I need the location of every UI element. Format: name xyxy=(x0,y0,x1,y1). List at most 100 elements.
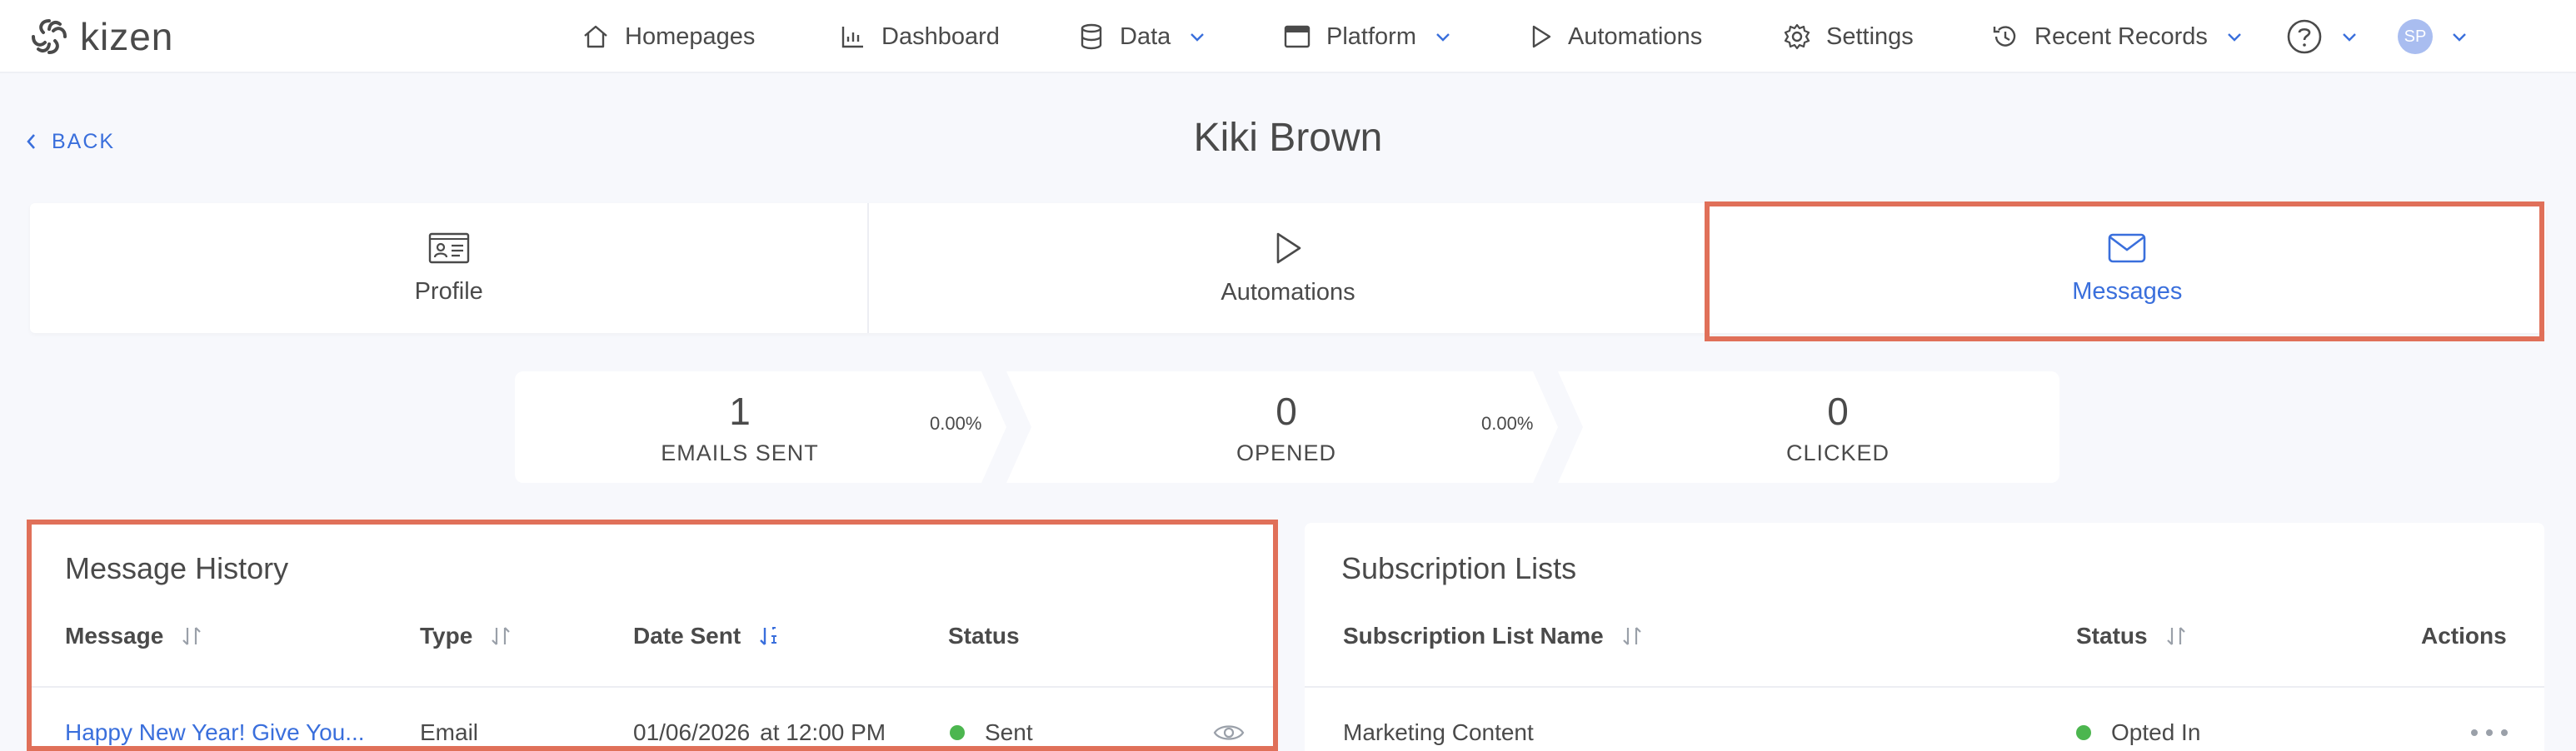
database-icon xyxy=(1081,23,1102,50)
sort-icon xyxy=(492,627,511,645)
sort-icon xyxy=(1622,627,1641,645)
message-history-title: Message History xyxy=(65,551,289,585)
nav-automations-label: Automations xyxy=(1568,22,1703,50)
tab-profile[interactable]: Profile xyxy=(30,203,867,333)
kizen-logo[interactable]: kizen xyxy=(28,12,173,62)
play-icon xyxy=(1276,232,1301,263)
chevron-down-icon xyxy=(2453,33,2466,42)
tab-automations-label: Automations xyxy=(1221,278,1355,306)
nav-dashboard-label: Dashboard xyxy=(881,22,1000,50)
nav-user-menu[interactable]: SP xyxy=(2398,15,2468,58)
column-header-actions: Actions xyxy=(2421,619,2507,653)
sort-icon xyxy=(182,627,202,645)
browser-window-icon xyxy=(1284,25,1310,48)
header-divider xyxy=(1305,686,2544,688)
status-label: Opted In xyxy=(2111,719,2201,745)
stat-opened: 0 OPENED xyxy=(1061,371,1511,483)
gear-icon xyxy=(1784,23,1810,50)
message-history-card: Message History Message Type Date Sent S… xyxy=(30,523,1276,751)
emails-sent-count: 1 xyxy=(729,389,751,433)
nav-platform[interactable]: Platform xyxy=(1283,15,1451,58)
column-header-label: Message xyxy=(65,623,164,649)
back-label: BACK xyxy=(52,129,116,153)
time-value: at 12:00 PM xyxy=(760,719,886,745)
message-type: Email xyxy=(420,719,479,745)
top-nav: kizen Homepages Dashboard Data Platform xyxy=(0,0,2576,73)
stat-emails-sent: 1 EMAILS SENT xyxy=(515,371,965,483)
back-button[interactable]: BACK xyxy=(25,127,115,157)
chevron-left-icon xyxy=(27,134,35,149)
emails-sent-label: EMAILS SENT xyxy=(661,440,819,465)
home-icon xyxy=(584,25,607,48)
chevron-down-icon xyxy=(1436,33,1450,42)
header-divider xyxy=(30,686,1276,688)
tab-messages-label: Messages xyxy=(2072,277,2183,305)
column-header-list-name[interactable]: Subscription List Name xyxy=(1343,619,1644,653)
column-header-status: Status xyxy=(948,619,1020,653)
nav-homepages[interactable]: Homepages xyxy=(582,15,755,58)
nav-automations[interactable]: Automations xyxy=(1530,15,1702,58)
nav-settings-label: Settings xyxy=(1826,22,1914,50)
column-header-message[interactable]: Message xyxy=(65,619,203,653)
column-header-label: Type xyxy=(420,623,473,649)
record-tabs: Profile Automations Messages xyxy=(30,203,2546,333)
play-icon xyxy=(1532,25,1551,48)
chart-icon xyxy=(841,27,863,48)
nav-homepages-label: Homepages xyxy=(625,22,756,50)
stat-clicked: 0 CLICKED xyxy=(1613,371,2059,483)
nav-recent-records[interactable]: Recent Records xyxy=(1991,15,2243,58)
subscription-list-name: Marketing Content xyxy=(1343,719,1534,745)
status-dot xyxy=(2076,725,2091,740)
chevron-down-icon xyxy=(2228,33,2241,42)
preview-button[interactable] xyxy=(1213,716,1245,749)
subscription-status: Opted In xyxy=(2076,716,2200,749)
column-header-label: Status xyxy=(948,623,1020,649)
kizen-logo-icon xyxy=(32,19,67,54)
nav-dashboard[interactable]: Dashboard xyxy=(840,15,1000,58)
id-card-icon xyxy=(428,232,469,263)
open-rate: 0.00% xyxy=(930,413,982,434)
page-title: Kiki Brown xyxy=(1193,116,1383,160)
status-dot xyxy=(950,725,965,740)
status-label: Sent xyxy=(985,719,1033,745)
sort-descending-icon xyxy=(760,627,777,645)
date-value: 01/06/2026 xyxy=(633,719,751,745)
history-icon xyxy=(1993,26,2016,47)
help-icon xyxy=(2287,19,2322,54)
more-horizontal-icon xyxy=(2471,729,2508,736)
eye-icon xyxy=(1213,725,1245,740)
nav-settings[interactable]: Settings xyxy=(1783,15,1914,58)
nav-data[interactable]: Data xyxy=(1078,15,1206,58)
chevron-down-icon xyxy=(2343,33,2356,42)
logo-text: kizen xyxy=(80,15,174,58)
nav-data-label: Data xyxy=(1120,22,1171,50)
subscription-lists-card: Subscription Lists Subscription List Nam… xyxy=(1305,523,2544,751)
avatar: SP xyxy=(2398,19,2433,54)
row-actions-button[interactable] xyxy=(2469,716,2509,749)
column-header-type[interactable]: Type xyxy=(420,619,512,653)
column-header-label: Subscription List Name xyxy=(1343,623,1604,649)
sort-icon xyxy=(2166,627,2185,645)
opened-label: OPENED xyxy=(1236,440,1337,465)
clicked-count: 0 xyxy=(1827,389,1849,433)
stats-chevron-divider xyxy=(1533,371,1583,483)
column-header-subscription-status[interactable]: Status xyxy=(2076,619,2188,653)
click-rate: 0.00% xyxy=(1481,413,1534,434)
opened-count: 0 xyxy=(1276,389,1297,433)
column-header-date-sent[interactable]: Date Sent xyxy=(633,619,781,653)
subscription-lists-title: Subscription Lists xyxy=(1341,551,1577,585)
nav-platform-label: Platform xyxy=(1326,22,1416,50)
column-header-label: Actions xyxy=(2421,623,2507,649)
column-header-label: Date Sent xyxy=(633,623,741,649)
tab-messages[interactable]: Messages xyxy=(1706,203,2546,333)
message-date-sent: 01/06/2026 at 12:00 PM xyxy=(633,716,886,749)
tab-automations[interactable]: Automations xyxy=(867,203,1706,333)
stats-chevron-divider xyxy=(981,371,1031,483)
nav-help[interactable] xyxy=(2286,15,2358,58)
nav-recent-records-label: Recent Records xyxy=(2034,22,2208,50)
chevron-down-icon xyxy=(1191,33,1205,42)
envelope-icon xyxy=(2109,233,2146,262)
email-stats: 1 EMAILS SENT 0 OPENED 0 CLICKED xyxy=(515,371,2059,483)
message-link[interactable]: Happy New Year! Give You... xyxy=(65,716,365,749)
tab-profile-label: Profile xyxy=(414,277,483,305)
